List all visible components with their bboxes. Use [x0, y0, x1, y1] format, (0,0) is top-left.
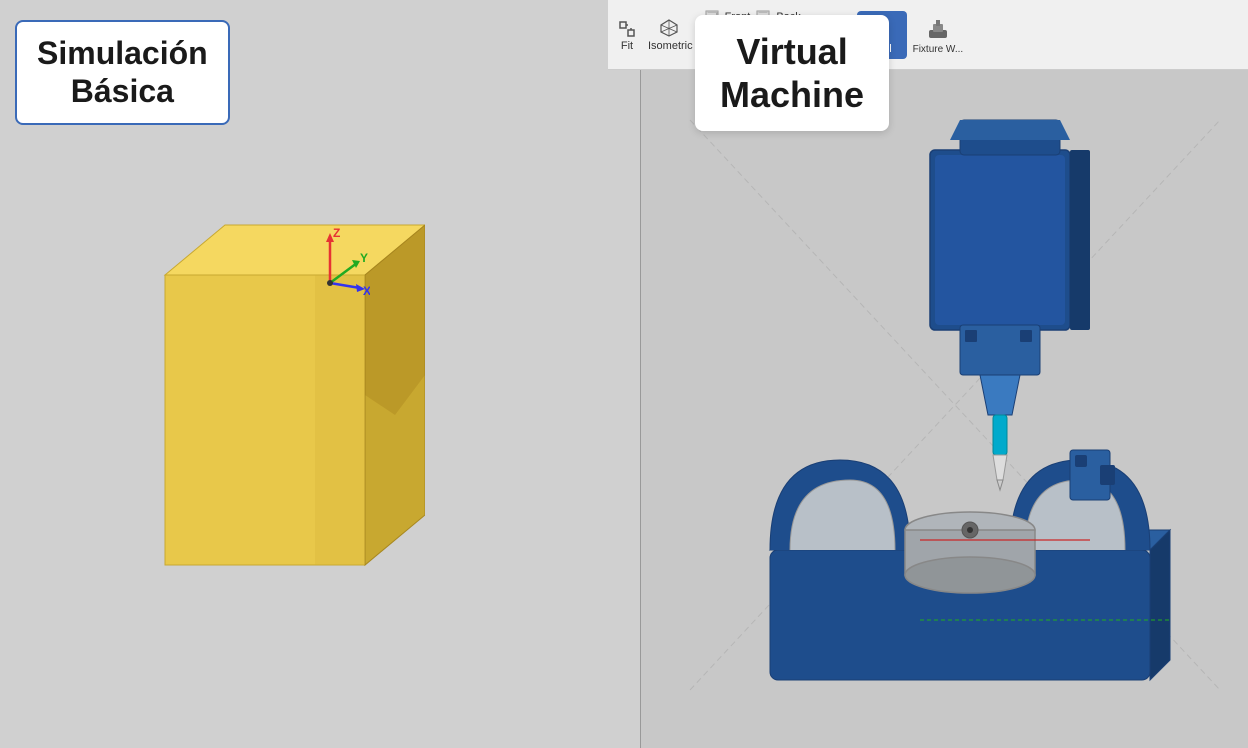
axis-indicator: Z Y X: [295, 228, 370, 308]
fixture-icon: [923, 14, 953, 44]
fixture-label[interactable]: Fixture W...: [913, 44, 964, 55]
vm-label-line2: Machine: [720, 74, 864, 115]
fit-label[interactable]: Fit: [621, 40, 633, 52]
sim-label: Simulación Básica: [15, 20, 230, 125]
svg-text:X: X: [363, 284, 370, 298]
sim-label-line1: Simulación: [37, 35, 208, 71]
svg-text:Z: Z: [333, 228, 340, 240]
stock-3d-box: [115, 195, 425, 600]
vm-label-line1: Virtual: [736, 31, 847, 72]
fit-icon: [616, 18, 638, 40]
panel-separator: [640, 0, 641, 748]
isometric-label[interactable]: Isometric: [648, 40, 693, 52]
isometric-icon: [659, 18, 681, 40]
vm-label: Virtual Machine: [695, 15, 889, 131]
sim-label-line2: Básica: [71, 73, 174, 109]
cnc-machine-svg: [640, 70, 1248, 748]
svg-text:Y: Y: [360, 251, 368, 265]
